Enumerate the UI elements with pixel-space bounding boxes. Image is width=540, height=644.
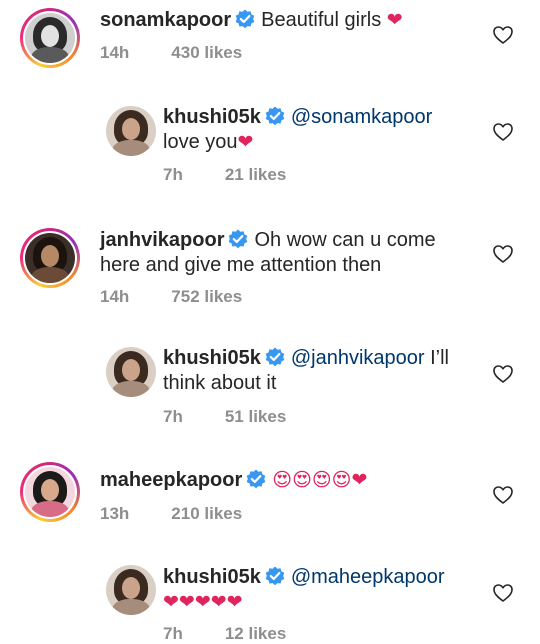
mention-link[interactable]: @janhvikapoor [291,347,425,369]
timestamp: 7h [163,165,183,184]
heart-outline-icon[interactable] [492,484,514,506]
username[interactable]: khushi05k [163,106,261,128]
username[interactable]: maheepkapoor [100,469,242,491]
likes-count[interactable]: 210 likes [171,504,242,523]
avatar[interactable] [103,103,159,159]
comment-meta: 7h 51 likes [163,407,286,427]
verified-badge-icon [246,469,267,489]
comment-text: khushi05k @sonamkapoor love you❤ [163,106,433,153]
comment-meta: 13h 210 likes [100,504,242,524]
timestamp: 14h [100,43,130,62]
comment-text: khushi05k @maheepkapoor ❤❤❤❤❤ [163,565,445,615]
comment-text: khushi05k @janhvikapoor I’ll think about … [163,347,449,394]
comment-meta: 14h 752 likes [100,287,242,307]
comment-meta: 7h 12 likes [163,624,286,644]
verified-badge-icon [264,566,285,586]
comment-meta: 14h 430 likes [100,43,242,63]
likes-count[interactable]: 12 likes [225,624,286,643]
comment-meta: 7h 21 likes [163,165,286,185]
emoji-text: 😍😍😍😍❤ [272,469,368,491]
heart-emoji: ❤ [237,131,254,153]
heart-outline-icon[interactable] [492,582,514,604]
avatar[interactable] [20,228,80,288]
verified-badge-icon [264,347,285,367]
emoji-text: ❤❤❤❤❤ [163,591,243,613]
avatar[interactable] [20,8,80,68]
mention-link[interactable]: @sonamkapoor [291,106,432,128]
timestamp: 13h [100,504,130,523]
heart-outline-icon[interactable] [492,24,514,46]
verified-badge-icon [264,106,285,126]
comment-text: sonamkapoor Beautiful girls ❤ [100,9,403,31]
username[interactable]: khushi05k [163,347,261,369]
comment-text: maheepkapoor 😍😍😍😍❤ [100,468,367,493]
likes-count[interactable]: 430 likes [171,43,242,62]
heart-outline-icon[interactable] [492,121,514,143]
verified-badge-icon [235,9,256,29]
username[interactable]: janhvikapoor [100,229,224,251]
heart-outline-icon[interactable] [492,243,514,265]
likes-count[interactable]: 21 likes [225,165,286,184]
heart-emoji: ❤ [386,9,403,31]
timestamp: 14h [100,287,130,306]
verified-badge-icon [228,229,249,249]
heart-outline-icon[interactable] [492,363,514,385]
avatar[interactable] [20,462,80,522]
likes-count[interactable]: 51 likes [225,407,286,426]
avatar[interactable] [103,562,159,618]
timestamp: 7h [163,624,183,643]
mention-link[interactable]: @maheepkapoor [291,566,445,588]
username[interactable]: khushi05k [163,566,261,588]
likes-count[interactable]: 752 likes [171,287,242,306]
avatar[interactable] [103,344,159,400]
comment-text: janhvikapoor Oh wow can u come here and g… [100,229,436,276]
username[interactable]: sonamkapoor [100,9,231,31]
timestamp: 7h [163,407,183,426]
